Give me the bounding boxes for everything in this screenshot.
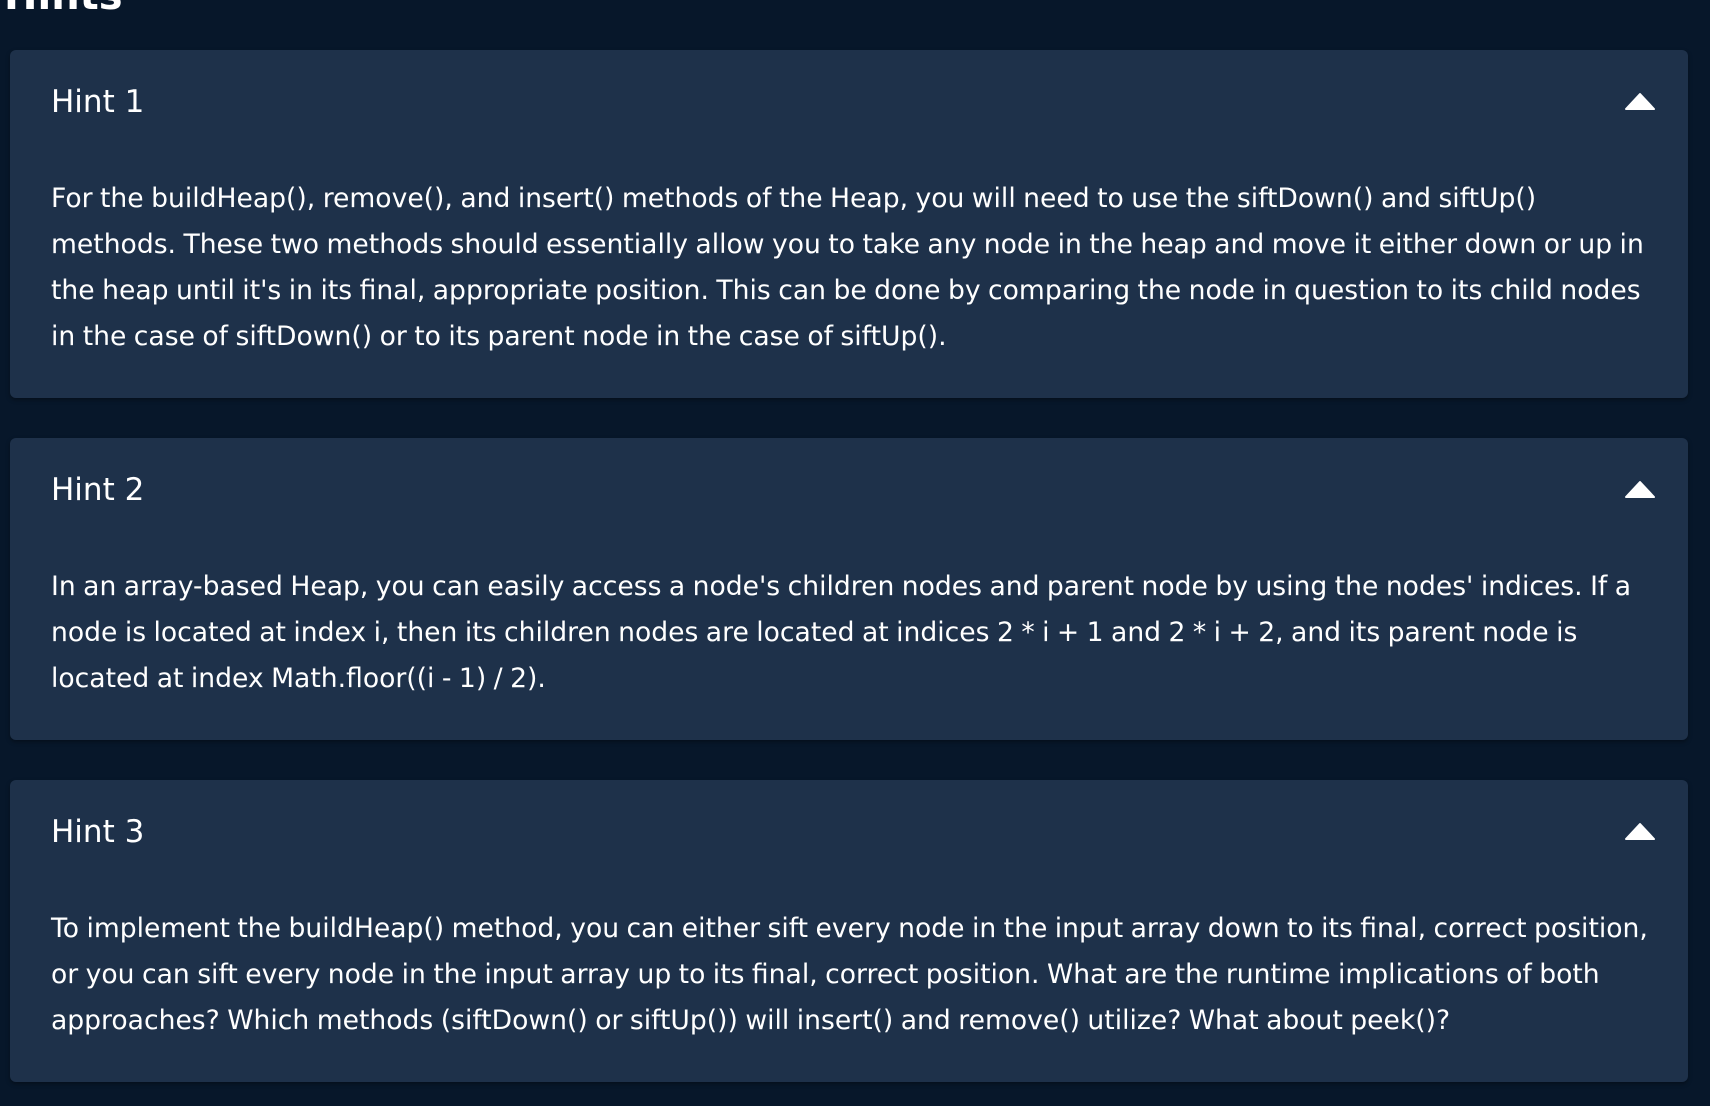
hint-1-body: For the buildHeap(), remove(), and inser… bbox=[51, 183, 1644, 352]
hint-card-2: Hint 2 In an array-based Heap, you can e… bbox=[10, 438, 1688, 740]
chevron-up-icon[interactable] bbox=[1624, 91, 1656, 111]
chevron-up-icon[interactable] bbox=[1624, 479, 1656, 499]
hint-1-toggle[interactable]: Hint 1 bbox=[10, 50, 1688, 160]
hint-3-toggle[interactable]: Hint 3 bbox=[10, 780, 1688, 890]
chevron-up-icon[interactable] bbox=[1624, 821, 1656, 841]
hint-3-title: Hint 3 bbox=[51, 814, 145, 850]
hint-card-3: Hint 3 To implement the buildHeap() meth… bbox=[10, 780, 1688, 1082]
hint-1-title: Hint 1 bbox=[51, 84, 145, 120]
hint-2-toggle[interactable]: Hint 2 bbox=[10, 438, 1688, 548]
hint-2-title: Hint 2 bbox=[51, 472, 145, 508]
section-title: Hints bbox=[4, 0, 123, 20]
hint-card-1: Hint 1 For the buildHeap(), remove(), an… bbox=[10, 50, 1688, 398]
hint-3-body: To implement the buildHeap() method, you… bbox=[51, 913, 1648, 1036]
hint-2-body: In an array-based Heap, you can easily a… bbox=[51, 571, 1632, 694]
